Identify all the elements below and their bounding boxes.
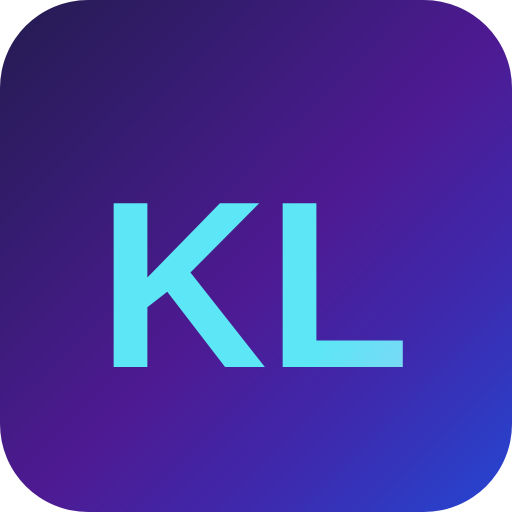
monogram-text: KL — [98, 153, 410, 418]
monogram-kl: KL — [98, 153, 410, 418]
app-icon[interactable]: KL — [0, 0, 512, 512]
